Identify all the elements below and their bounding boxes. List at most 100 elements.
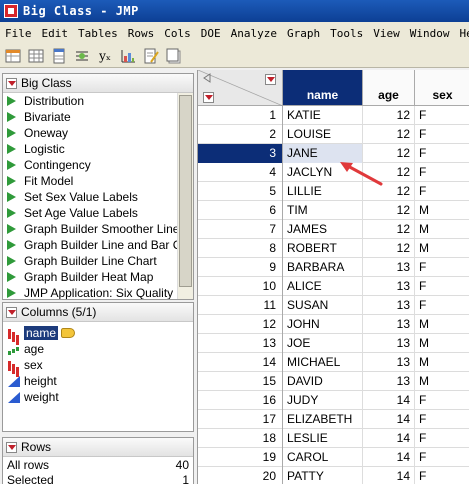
script-item[interactable]: Logistic: [3, 141, 180, 157]
cell-name[interactable]: LOUISE: [283, 124, 363, 144]
cell-sex[interactable]: F: [415, 296, 469, 315]
cell-age[interactable]: 13: [363, 314, 415, 334]
scroll-thumb[interactable]: [179, 95, 192, 287]
cell-sex[interactable]: F: [415, 467, 469, 484]
row-number[interactable]: 7: [198, 219, 283, 239]
row-number[interactable]: 18: [198, 428, 283, 448]
row-number[interactable]: 1: [198, 105, 283, 125]
grid-corner[interactable]: [198, 70, 283, 106]
cell-sex[interactable]: M: [415, 372, 469, 391]
column-header-name[interactable]: name: [283, 70, 363, 106]
cell-sex[interactable]: M: [415, 201, 469, 220]
script-item[interactable]: Graph Builder Line Chart: [3, 253, 180, 269]
table-row[interactable]: 11 SUSAN 13 F: [198, 295, 469, 315]
row-number[interactable]: 9: [198, 257, 283, 277]
table-row[interactable]: 19 CAROL 14 F: [198, 447, 469, 467]
new-table-icon[interactable]: [165, 47, 183, 65]
row-number[interactable]: 8: [198, 238, 283, 258]
cell-name[interactable]: CAROL: [283, 447, 363, 467]
cell-name[interactable]: ALICE: [283, 276, 363, 296]
cell-sex[interactable]: M: [415, 334, 469, 353]
cell-sex[interactable]: F: [415, 277, 469, 296]
script-item[interactable]: Graph Builder Line and Bar Ch: [3, 237, 180, 253]
row-number[interactable]: 16: [198, 390, 283, 410]
row-number[interactable]: 4: [198, 162, 283, 182]
cell-sex[interactable]: F: [415, 144, 469, 163]
columns-panel-title[interactable]: Columns (5/1): [21, 305, 96, 319]
disclosure-icon[interactable]: [6, 441, 17, 453]
rows-selected-line[interactable]: Selected 1: [3, 472, 193, 484]
table-row[interactable]: 10 ALICE 13 F: [198, 276, 469, 296]
table-row[interactable]: 4 JACLYN 12 F: [198, 162, 469, 182]
menu-window[interactable]: Window: [405, 27, 455, 40]
row-number[interactable]: 10: [198, 276, 283, 296]
cell-name[interactable]: TIM: [283, 200, 363, 220]
column-item-sex[interactable]: sex: [3, 357, 193, 373]
rows-menu-icon[interactable]: [203, 92, 214, 103]
menu-analyze[interactable]: Analyze: [226, 27, 282, 40]
insert-formula-icon[interactable]: [73, 47, 91, 65]
script-item[interactable]: Oneway: [3, 125, 180, 141]
open-table-icon[interactable]: [4, 47, 22, 65]
cell-name[interactable]: KATIE: [283, 105, 363, 125]
cell-age[interactable]: 14: [363, 428, 415, 448]
script-item[interactable]: Graph Builder Smoother Line: [3, 221, 180, 237]
cell-sex[interactable]: F: [415, 410, 469, 429]
cell-sex[interactable]: F: [415, 106, 469, 125]
cell-sex[interactable]: F: [415, 429, 469, 448]
cell-sex[interactable]: F: [415, 258, 469, 277]
cell-sex[interactable]: F: [415, 163, 469, 182]
table-row[interactable]: 9 BARBARA 13 F: [198, 257, 469, 277]
row-number[interactable]: 14: [198, 352, 283, 372]
menu-graph[interactable]: Graph: [282, 27, 325, 40]
table-row[interactable]: 15 DAVID 13 M: [198, 371, 469, 391]
disclosure-icon[interactable]: [6, 306, 17, 318]
cell-age[interactable]: 14: [363, 447, 415, 467]
column-header-sex[interactable]: sex: [415, 70, 469, 106]
disclosure-icon[interactable]: [6, 77, 17, 89]
row-number[interactable]: 5: [198, 181, 283, 201]
cell-sex[interactable]: M: [415, 353, 469, 372]
row-number[interactable]: 15: [198, 371, 283, 391]
cell-name[interactable]: DAVID: [283, 371, 363, 391]
row-number[interactable]: 20: [198, 466, 283, 484]
cell-age[interactable]: 12: [363, 238, 415, 258]
table-row[interactable]: 2 LOUISE 12 F: [198, 124, 469, 144]
cell-age[interactable]: 12: [363, 219, 415, 239]
cell-sex[interactable]: M: [415, 315, 469, 334]
script-icon[interactable]: [142, 47, 160, 65]
table-row[interactable]: 17 ELIZABETH 14 F: [198, 409, 469, 429]
table-row[interactable]: 8 ROBERT 12 M: [198, 238, 469, 258]
column-item-weight[interactable]: weight: [3, 389, 193, 405]
row-number[interactable]: 6: [198, 200, 283, 220]
cell-age[interactable]: 12: [363, 105, 415, 125]
table-row[interactable]: 1 KATIE 12 F: [198, 105, 469, 125]
cell-age[interactable]: 13: [363, 352, 415, 372]
script-item[interactable]: Set Age Value Labels: [3, 205, 180, 221]
cell-sex[interactable]: F: [415, 182, 469, 201]
column-item-age[interactable]: age: [3, 341, 193, 357]
scripts-scrollbar[interactable]: [177, 93, 193, 299]
row-number[interactable]: 17: [198, 409, 283, 429]
cell-sex[interactable]: F: [415, 448, 469, 467]
column-item-height[interactable]: height: [3, 373, 193, 389]
table-row[interactable]: 20 PATTY 14 F: [198, 466, 469, 484]
cell-age[interactable]: 12: [363, 200, 415, 220]
columns-menu-icon[interactable]: [265, 74, 276, 85]
table-row[interactable]: 14 MICHAEL 13 M: [198, 352, 469, 372]
cell-name[interactable]: ELIZABETH: [283, 409, 363, 429]
script-item[interactable]: Bivariate: [3, 109, 180, 125]
cell-sex[interactable]: F: [415, 125, 469, 144]
table-row[interactable]: 13 JOE 13 M: [198, 333, 469, 353]
cell-name[interactable]: SUSAN: [283, 295, 363, 315]
table-row[interactable]: 7 JAMES 12 M: [198, 219, 469, 239]
column-item-name[interactable]: name: [3, 325, 193, 341]
table-row[interactable]: 6 TIM 12 M: [198, 200, 469, 220]
rows-all-line[interactable]: All rows 40: [3, 457, 193, 472]
table-row[interactable]: 16 JUDY 14 F: [198, 390, 469, 410]
cell-name[interactable]: ROBERT: [283, 238, 363, 258]
row-number[interactable]: 13: [198, 333, 283, 353]
cell-name[interactable]: JAMES: [283, 219, 363, 239]
cell-sex[interactable]: M: [415, 220, 469, 239]
menu-help[interactable]: Help: [454, 27, 469, 40]
